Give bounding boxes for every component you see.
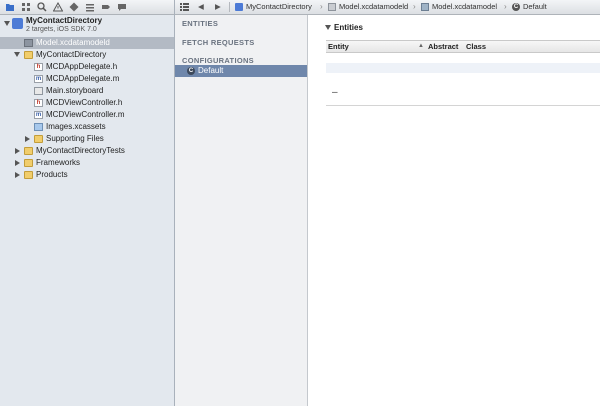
asset-catalog-icon — [34, 123, 43, 131]
project-icon — [235, 3, 243, 11]
log-navigator-icon[interactable] — [117, 2, 127, 12]
table-row[interactable] — [326, 63, 600, 73]
back-button[interactable]: ◀ — [198, 2, 204, 12]
header-file-icon: h — [34, 63, 43, 71]
sort-ascending-icon: ▲ — [418, 43, 424, 49]
breakpoint-icon[interactable] — [101, 2, 111, 12]
warning-icon[interactable] — [53, 2, 63, 12]
tree-item-group[interactable]: MyContactDirectory — [0, 49, 174, 61]
model-outline: ENTITIES FETCH REQUESTS CONFIGURATIONS C… — [175, 15, 308, 406]
tree-item-label: MyContactDirectoryTests — [36, 146, 125, 155]
tree-item-file[interactable]: h MCDViewController.h — [0, 97, 174, 109]
tree-item-group[interactable]: Products — [0, 169, 174, 181]
disclosure-triangle-icon[interactable] — [25, 136, 30, 142]
tree-item-file[interactable]: Images.xcassets — [0, 121, 174, 133]
folder-icon[interactable] — [5, 2, 15, 12]
column-entity[interactable]: Entity — [328, 42, 349, 51]
navigator-toolbar — [0, 0, 174, 15]
breadcrumb-model-bundle[interactable]: Model.xcdatamodeld — [339, 2, 408, 12]
disclosure-triangle-icon[interactable] — [15, 160, 20, 166]
tree-item-group[interactable]: MyContactDirectoryTests — [0, 145, 174, 157]
tree-item-model[interactable]: Model.xcdatamodeld — [0, 37, 174, 49]
tree-item-label: MCDAppDelegate.m — [46, 74, 120, 83]
tree-item-file[interactable]: m MCDViewController.m — [0, 109, 174, 121]
tree-item-label: MCDAppDelegate.h — [46, 62, 118, 71]
project-subtitle: 2 targets, iOS SDK 7.0 — [26, 26, 97, 33]
folder-icon — [34, 135, 43, 143]
tree-item-label: Products — [36, 170, 68, 179]
chevron-right-icon: › — [504, 2, 507, 11]
data-model-icon — [328, 3, 336, 11]
configuration-icon: C — [512, 3, 520, 11]
implementation-file-icon: m — [34, 75, 43, 83]
data-model-version-icon — [421, 3, 429, 11]
remove-entity-button[interactable]: – — [332, 87, 338, 98]
configuration-item-default[interactable]: C Default — [175, 65, 307, 77]
fetch-requests-section-header[interactable]: FETCH REQUESTS — [182, 38, 255, 47]
tree-item-label: MCDViewController.m — [46, 110, 125, 119]
tree-item-label: Model.xcdatamodeld — [36, 38, 110, 47]
disclosure-triangle-icon[interactable] — [325, 25, 331, 30]
search-icon[interactable] — [37, 2, 47, 12]
forward-button[interactable]: ▶ — [215, 2, 221, 12]
disclosure-triangle-icon[interactable] — [15, 172, 20, 178]
folder-icon — [24, 147, 33, 155]
configuration-label: Default — [198, 66, 224, 75]
chevron-right-icon: › — [413, 2, 416, 11]
breadcrumb-project[interactable]: MyContactDirectory — [246, 2, 312, 12]
disclosure-triangle-icon[interactable] — [14, 52, 20, 57]
tree-item-label: Main.storyboard — [46, 86, 104, 95]
project-row[interactable]: MyContactDirectory 2 targets, iOS SDK 7.… — [0, 15, 174, 37]
tree-item-label: MCDViewController.h — [46, 98, 123, 107]
folder-icon — [24, 51, 33, 59]
tree-item-group[interactable]: Supporting Files — [0, 133, 174, 145]
storyboard-icon — [34, 87, 43, 95]
related-items-icon[interactable] — [180, 3, 189, 11]
breadcrumb-model[interactable]: Model.xcdatamodel — [432, 2, 497, 12]
disclosure-triangle-icon[interactable] — [4, 21, 10, 26]
tree-item-group[interactable]: Frameworks — [0, 157, 174, 169]
disclosure-triangle-icon[interactable] — [15, 148, 20, 154]
symbol-navigator-icon[interactable] — [21, 2, 31, 12]
tree-item-label: Supporting Files — [46, 134, 104, 143]
jump-bar: ◀ ▶ MyContactDirectory › Model.xcdatamod… — [175, 0, 600, 15]
test-navigator-icon[interactable] — [69, 2, 79, 12]
configurations-section-header[interactable]: CONFIGURATIONS — [182, 56, 254, 65]
tree-item-label: MyContactDirectory — [36, 50, 107, 59]
project-navigator: MyContactDirectory 2 targets, iOS SDK 7.… — [0, 0, 175, 406]
entities-table-header: Entity ▲ Abstract Class — [326, 40, 600, 53]
tree-item-file[interactable]: Main.storyboard — [0, 85, 174, 97]
data-model-icon — [24, 39, 33, 47]
tree-item-file[interactable]: m MCDAppDelegate.m — [0, 73, 174, 85]
tree-item-label: Images.xcassets — [46, 122, 106, 131]
breadcrumb-configuration[interactable]: Default — [523, 2, 547, 12]
configuration-icon: C — [187, 67, 195, 75]
entities-pane: Entities Entity ▲ Abstract Class – — [308, 15, 600, 406]
folder-icon — [24, 171, 33, 179]
tree-item-file[interactable]: h MCDAppDelegate.h — [0, 61, 174, 73]
column-class[interactable]: Class — [466, 42, 486, 51]
implementation-file-icon: m — [34, 111, 43, 119]
header-file-icon: h — [34, 99, 43, 107]
entities-section-header[interactable]: ENTITIES — [182, 19, 218, 28]
chevron-right-icon: › — [320, 2, 323, 11]
separator — [229, 2, 230, 12]
project-icon — [12, 18, 23, 29]
column-abstract[interactable]: Abstract — [428, 42, 458, 51]
tree-item-label: Frameworks — [36, 158, 81, 167]
folder-icon — [24, 159, 33, 167]
entities-title: Entities — [334, 23, 363, 32]
debug-navigator-icon[interactable] — [85, 2, 95, 12]
divider — [326, 105, 600, 106]
